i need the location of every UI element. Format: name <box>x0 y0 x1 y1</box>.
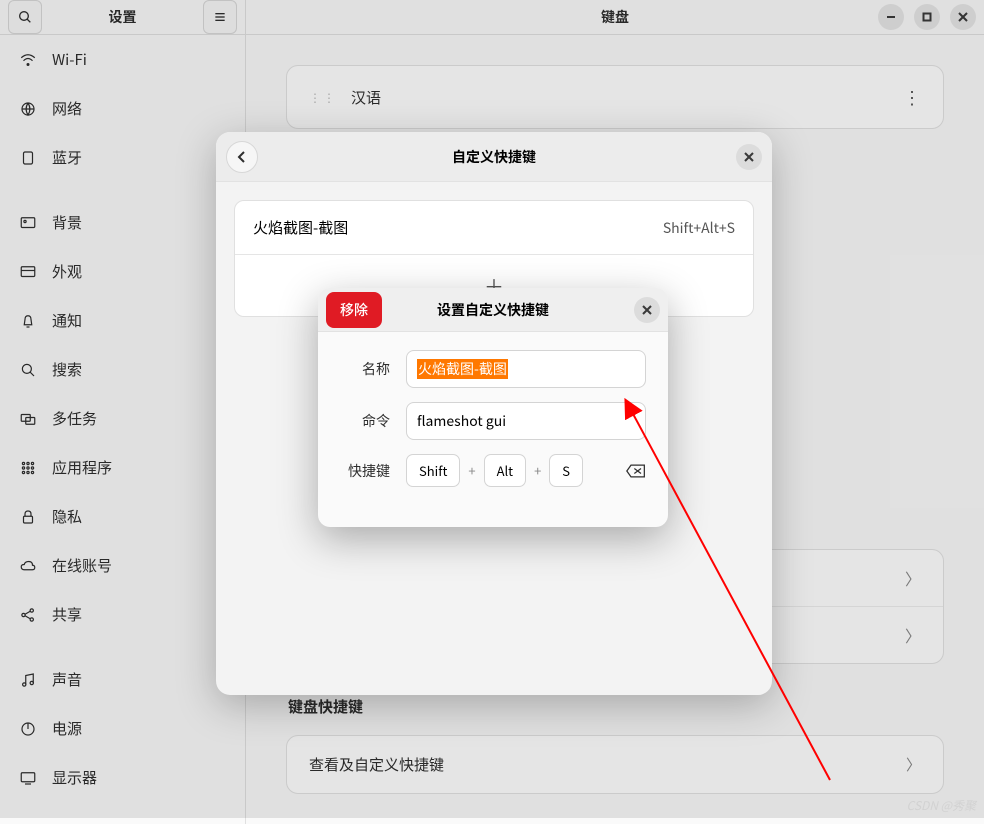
key-alt: Alt <box>484 454 527 487</box>
key-shift: Shift <box>406 454 460 487</box>
watermark: CSDN @秀聚 <box>907 797 976 814</box>
clear-shortcut-button[interactable] <box>626 459 646 483</box>
edit-shortcut-dialog: 移除 设置自定义快捷键 名称 火焰截图-截图 命令 快捷键 Shift + Al… <box>318 288 668 527</box>
shortcut-label: 快捷键 <box>340 461 390 481</box>
name-label: 名称 <box>340 359 390 379</box>
shortcut-row[interactable]: 火焰截图-截图 Shift+Alt+S <box>235 201 753 255</box>
close-button[interactable] <box>634 297 660 323</box>
back-button[interactable] <box>226 141 258 173</box>
cmd-input[interactable] <box>406 402 646 440</box>
key-s: S <box>549 454 583 487</box>
name-input[interactable]: 火焰截图-截图 <box>406 350 646 388</box>
shortcut-name: 火焰截图-截图 <box>253 217 348 238</box>
cmd-label: 命令 <box>340 411 390 431</box>
plus-icon: + <box>534 461 541 480</box>
plus-icon: + <box>468 461 475 480</box>
modal-overlay: 自定义快捷键 火焰截图-截图 Shift+Alt+S ＋ 移除 设置自定义快捷键 <box>0 0 984 818</box>
shortcut-keys: Shift+Alt+S <box>663 218 735 238</box>
dialog-title: 自定义快捷键 <box>452 147 536 167</box>
close-button[interactable] <box>736 144 762 170</box>
shortcut-keys[interactable]: Shift + Alt + S <box>406 454 646 487</box>
remove-button[interactable]: 移除 <box>326 292 382 328</box>
